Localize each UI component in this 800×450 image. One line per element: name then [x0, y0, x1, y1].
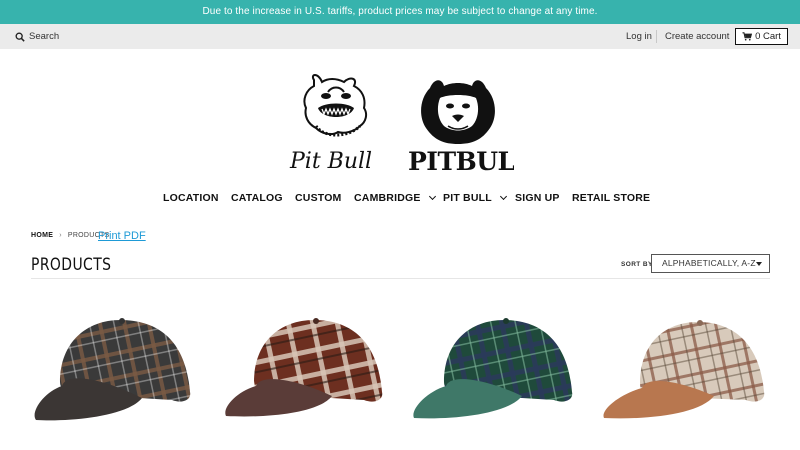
logo-script-text: Pit Bull — [289, 149, 372, 174]
nav-item-label: LOCATION — [163, 192, 219, 204]
product-card[interactable] — [600, 312, 770, 427]
nav-item-label: SIGN UP — [515, 192, 560, 204]
search-icon — [15, 32, 25, 42]
nav-item-label: PIT BULL — [443, 192, 492, 204]
main-nav: LOCATION CATALOG CUSTOM CAMBRIDGE PIT BU… — [0, 190, 800, 206]
cart-label: 0 Cart — [755, 31, 781, 42]
dropdown-arrow-icon — [756, 262, 762, 266]
utility-bar: Search Log in Create account 0 Cart — [0, 24, 800, 49]
product-image — [225, 318, 383, 417]
nav-item-pit-bull[interactable]: PIT BULL — [443, 190, 507, 206]
breadcrumb-separator: › — [59, 231, 62, 239]
breadcrumb-home[interactable]: HOME — [31, 232, 53, 239]
nav-item-label: RETAIL STORE — [572, 192, 651, 204]
nav-item-label: CATALOG — [231, 192, 283, 204]
announcement-text: Due to the increase in U.S. tariffs, pro… — [202, 6, 598, 17]
nav-item-label: CAMBRIDGE — [354, 192, 421, 204]
nav-item-retail-store[interactable]: RETAIL STORE — [572, 190, 650, 206]
sort-select[interactable]: ALPHABETICALLY, A-Z — [651, 254, 770, 273]
announcement-bar: Due to the increase in U.S. tariffs, pro… — [0, 0, 800, 24]
search-label: Search — [29, 31, 60, 42]
sort-label: SORT BY — [621, 261, 653, 268]
pitbull-logo[interactable]: Pit Bull PITBULL — [288, 74, 514, 174]
pitbull-head-icon — [421, 80, 495, 144]
product-image — [603, 320, 765, 419]
snarling-dog-icon — [303, 74, 368, 137]
chevron-down-icon — [499, 192, 507, 201]
cart-button[interactable]: 0 Cart — [735, 28, 788, 45]
login-link[interactable]: Log in — [626, 24, 652, 49]
utility-divider — [656, 30, 657, 43]
search-link[interactable]: Search — [15, 24, 59, 49]
product-image — [34, 318, 191, 421]
sort-selected-value: ALPHABETICALLY, A-Z — [662, 258, 756, 268]
nav-item-custom[interactable]: CUSTOM — [295, 190, 342, 206]
title-divider — [31, 278, 770, 279]
product-card[interactable] — [222, 312, 392, 427]
page-title: PRODUCTS — [31, 255, 112, 275]
create-account-link[interactable]: Create account — [665, 24, 729, 49]
nav-item-cambridge[interactable]: CAMBRIDGE — [354, 190, 436, 206]
nav-item-label: CUSTOM — [295, 192, 342, 204]
print-pdf-link[interactable]: Print PDF — [98, 230, 146, 242]
cart-icon — [742, 32, 753, 41]
product-image — [413, 318, 573, 419]
nav-item-catalog[interactable]: CATALOG — [231, 190, 283, 206]
product-card[interactable] — [410, 312, 580, 427]
chevron-down-icon — [428, 192, 436, 201]
logo-block-text: PITBULL — [408, 147, 514, 174]
nav-item-sign-up[interactable]: SIGN UP — [515, 190, 560, 206]
nav-item-location[interactable]: LOCATION — [163, 190, 219, 206]
product-card[interactable] — [32, 312, 202, 427]
